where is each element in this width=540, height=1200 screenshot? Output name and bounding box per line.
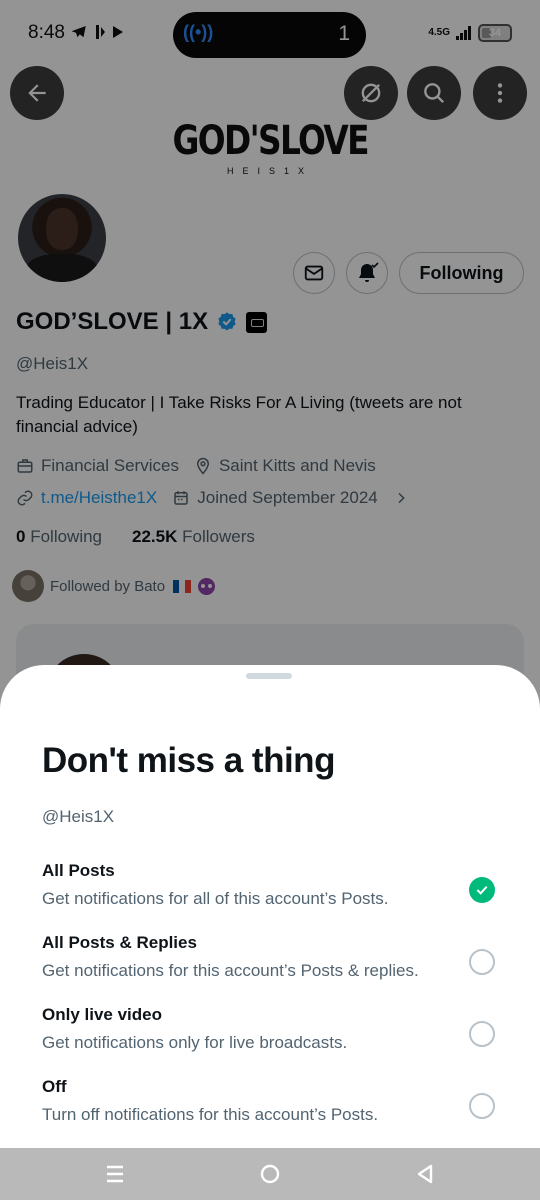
option-radio[interactable]	[469, 1093, 495, 1119]
option-off[interactable]: Off Turn off notifications for this acco…	[0, 1077, 540, 1141]
sheet-handle: @Heis1X	[42, 807, 115, 826]
option-all-posts[interactable]: All Posts Get notifications for all of t…	[0, 861, 540, 925]
back-triangle-icon	[417, 1164, 433, 1184]
recent-apps-button[interactable]	[103, 1162, 127, 1186]
option-title: Only live video	[42, 1005, 162, 1024]
option-radio[interactable]	[469, 877, 495, 903]
option-radio[interactable]	[469, 1021, 495, 1047]
option-title: All Posts & Replies	[42, 933, 197, 952]
back-nav-button[interactable]	[413, 1162, 437, 1186]
sheet-title: Don't miss a thing	[42, 741, 335, 780]
option-description: Get notifications only for live broadcas…	[42, 1033, 348, 1052]
system-nav-bar	[0, 1148, 540, 1200]
option-description: Get notifications for this account’s Pos…	[42, 961, 419, 980]
home-button[interactable]	[258, 1162, 282, 1186]
option-all-posts-replies[interactable]: All Posts & Replies Get notifications fo…	[0, 933, 540, 997]
option-description: Turn off notifications for this account’…	[42, 1105, 379, 1124]
sheet-grabber[interactable]	[246, 673, 292, 679]
option-description: Get notifications for all of this accoun…	[42, 889, 389, 908]
menu-icon	[107, 1165, 123, 1183]
notifications-sheet: Don't miss a thing @Heis1X All Posts Get…	[0, 665, 540, 1148]
option-title: Off	[42, 1077, 67, 1096]
home-circle-icon	[260, 1164, 280, 1184]
option-only-live-video[interactable]: Only live video Get notifications only f…	[0, 1005, 540, 1069]
option-title: All Posts	[42, 861, 115, 880]
option-radio[interactable]	[469, 949, 495, 975]
checkmark-icon	[476, 885, 488, 895]
